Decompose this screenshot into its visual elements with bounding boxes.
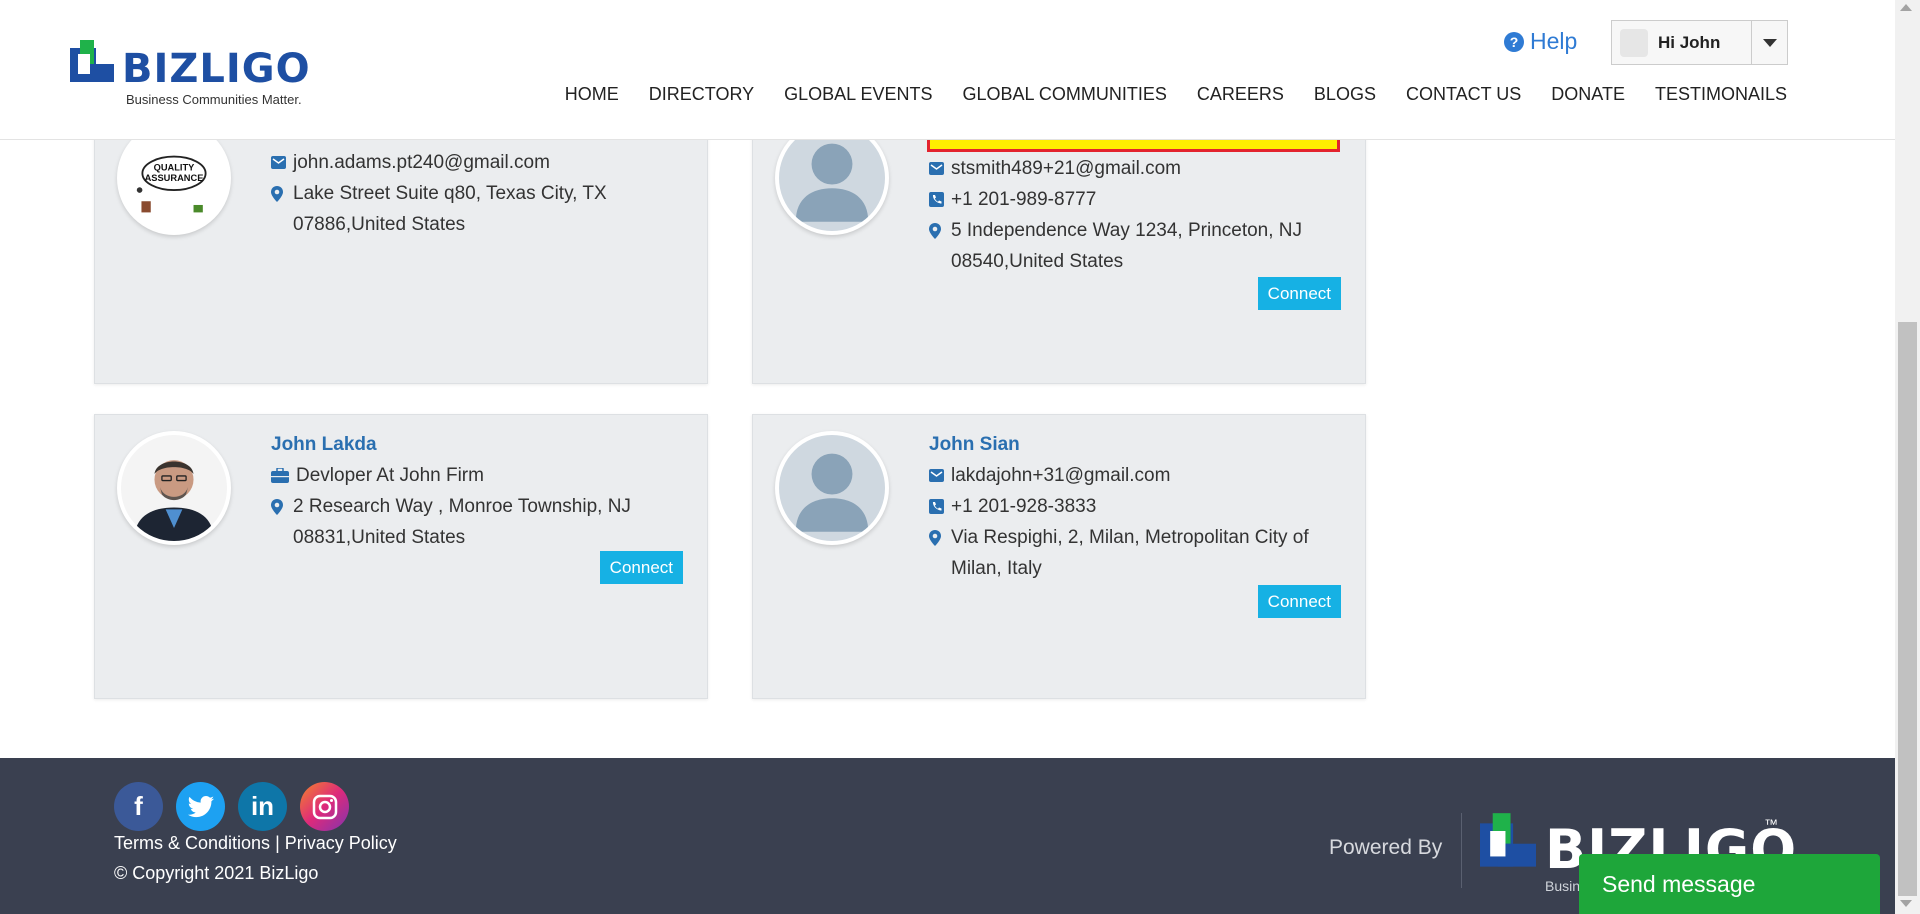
map-marker-icon <box>929 522 945 553</box>
nav-global-communities[interactable]: GLOBAL COMMUNITIES <box>948 82 1182 106</box>
social-links: f in <box>114 782 349 831</box>
envelope-icon <box>929 153 945 184</box>
member-info: stsmith489+21@gmail.com +1 201-989-8777 … <box>929 153 1341 277</box>
map-marker-icon <box>271 491 287 522</box>
email-row: john.adams.pt240@gmail.com <box>271 147 683 178</box>
nav-donate[interactable]: DONATE <box>1536 82 1640 106</box>
nav-home[interactable]: HOME <box>550 82 634 106</box>
nav-directory[interactable]: DIRECTORY <box>634 82 769 106</box>
member-email[interactable]: lakdajohn+31@gmail.com <box>951 460 1170 491</box>
nav-careers[interactable]: CAREERS <box>1182 82 1299 106</box>
scrollbar-thumb[interactable] <box>1898 322 1917 896</box>
member-phone: +1 201-928-3833 <box>951 496 1097 517</box>
man-in-suit-photo <box>121 435 227 541</box>
job-row: Devloper At John Firm <box>271 460 683 491</box>
help-label: Help <box>1530 28 1578 54</box>
member-avatar[interactable] <box>775 431 889 545</box>
member-name[interactable]: John Sian <box>929 429 1341 460</box>
address-row: 5 Independence Way 1234, Princeton, NJ 0… <box>929 215 1341 277</box>
help-link[interactable]: ? Help <box>1504 28 1577 55</box>
footer-links: Terms & Conditions | Privacy Policy <box>114 833 397 854</box>
connect-button[interactable]: Connect <box>1257 277 1341 310</box>
caret-down-icon <box>1762 38 1777 47</box>
member-card: John Lakda Devloper At John Firm 2 Resea… <box>94 414 708 699</box>
footer-divider <box>1461 813 1462 888</box>
nav-global-events[interactable]: GLOBAL EVENTS <box>769 82 947 106</box>
trademark-symbol: ™ <box>1764 816 1778 832</box>
member-email[interactable]: stsmith489+21@gmail.com <box>951 153 1181 184</box>
member-email[interactable]: john.adams.pt240@gmail.com <box>293 147 550 178</box>
address-row: 2 Research Way , Monroe Township, NJ 088… <box>271 491 683 553</box>
quality-assurance-image: QUALITY ASSURANCE <box>121 125 227 231</box>
phone-row: +1 201-928-3833 <box>929 491 1341 522</box>
phone-icon <box>929 184 945 215</box>
member-info: John Sian lakdajohn+31@gmail.com +1 201-… <box>929 429 1341 584</box>
linkedin-icon[interactable]: in <box>238 782 287 831</box>
phone-icon <box>929 491 945 522</box>
envelope-icon <box>929 460 945 491</box>
nav-contact-us[interactable]: CONTACT US <box>1391 82 1536 106</box>
member-info: John Lakda Devloper At John Firm 2 Resea… <box>271 429 683 553</box>
bizligo-logo[interactable]: BIZLIGO Business Communities Matter. <box>70 40 310 110</box>
instagram-icon[interactable] <box>300 782 349 831</box>
user-menu-dropdown-toggle[interactable] <box>1751 21 1787 64</box>
member-address: Via Respighi, 2, Milan, Metropolitan Cit… <box>951 527 1309 579</box>
map-marker-icon <box>929 215 945 246</box>
phone-row: +1 201-989-8777 <box>929 184 1341 215</box>
member-address: Lake Street Suite q80, Texas City, TX 07… <box>293 183 607 235</box>
privacy-link[interactable]: Privacy Policy <box>285 833 397 853</box>
connect-button[interactable]: Connect <box>599 551 683 584</box>
main-nav: HOME DIRECTORY GLOBAL EVENTS GLOBAL COMM… <box>550 82 1787 106</box>
twitter-icon[interactable] <box>176 782 225 831</box>
terms-link[interactable]: Terms & Conditions <box>114 833 270 853</box>
footer-logo-tagline: Busin <box>1545 878 1581 894</box>
copyright-text: © Copyright 2021 BizLigo <box>114 863 319 883</box>
bizligo-logo-mark-icon <box>70 40 114 82</box>
member-phone: +1 201-989-8777 <box>951 189 1097 210</box>
logo-wordmark: BIZLIGO <box>122 46 311 92</box>
user-avatar <box>1620 28 1648 57</box>
email-row: lakdajohn+31@gmail.com <box>929 460 1341 491</box>
user-menu[interactable]: Hi John <box>1611 20 1788 65</box>
footer-link-separator: | <box>275 833 280 853</box>
svg-text:ASSURANCE: ASSURANCE <box>145 173 204 183</box>
map-marker-icon <box>271 178 287 209</box>
user-greeting: Hi John <box>1658 32 1721 52</box>
send-message-button[interactable]: Send message <box>1579 854 1880 914</box>
logo-tagline: Business Communities Matter. <box>126 92 302 107</box>
facebook-icon[interactable]: f <box>114 782 163 831</box>
bizligo-logo-mark-icon <box>1480 813 1536 867</box>
address-row: Lake Street Suite q80, Texas City, TX 07… <box>271 178 683 240</box>
member-info: john.adams.pt240@gmail.com Lake Street S… <box>271 147 683 240</box>
member-name[interactable]: John Lakda <box>271 429 683 460</box>
site-header: BIZLIGO Business Communities Matter. ? H… <box>0 0 1895 140</box>
scroll-down-arrow-icon[interactable] <box>1900 900 1912 907</box>
member-job: Devloper At John Firm <box>296 465 484 486</box>
email-row: stsmith489+21@gmail.com <box>929 153 1341 184</box>
member-avatar[interactable] <box>117 431 231 545</box>
powered-by-label: Powered By <box>1329 836 1443 859</box>
connect-button[interactable]: Connect <box>1257 585 1341 618</box>
default-user-icon <box>779 435 885 541</box>
scroll-up-arrow-icon[interactable] <box>1900 4 1912 11</box>
envelope-icon <box>271 147 287 178</box>
member-card: John Sian lakdajohn+31@gmail.com +1 201-… <box>752 414 1366 699</box>
nav-blogs[interactable]: BLOGS <box>1299 82 1391 106</box>
svg-text:QUALITY: QUALITY <box>154 163 196 173</box>
briefcase-icon <box>271 460 290 491</box>
question-circle-icon: ? <box>1504 31 1524 52</box>
member-address: 2 Research Way , Monroe Township, NJ 088… <box>293 496 631 548</box>
member-address: 5 Independence Way 1234, Princeton, NJ 0… <box>951 220 1303 272</box>
default-user-icon <box>779 125 885 231</box>
nav-testimonails[interactable]: TESTIMONAILS <box>1640 82 1787 106</box>
address-row: Via Respighi, 2, Milan, Metropolitan Cit… <box>929 522 1341 584</box>
